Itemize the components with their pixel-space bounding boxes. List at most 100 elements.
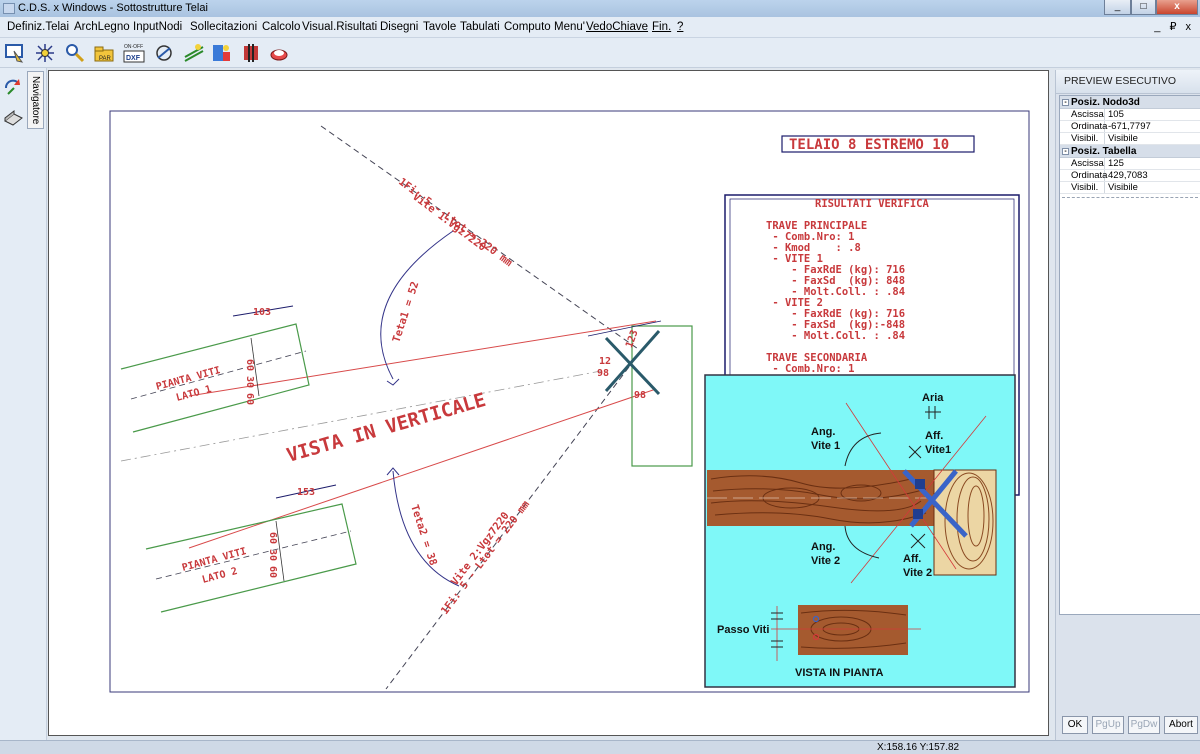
dim-12: 12 xyxy=(599,356,611,367)
vista-pianta-label: VISTA IN PIANTA xyxy=(795,667,883,679)
drawing-svg: TELAIO 8 ESTREMO 10 RISULTATI VERIFICA T… xyxy=(109,110,1030,693)
results-title: RISULTATI VERIFICA xyxy=(815,198,929,210)
mdi-controls[interactable]: _ ₽ x xyxy=(1154,20,1194,33)
plan1-label-b: LATO 1 xyxy=(175,384,213,404)
section-icon[interactable] xyxy=(153,42,175,64)
ang-vite2-label: Ang. xyxy=(811,541,835,553)
ang-vite1-label-b: Vite 1 xyxy=(811,440,840,452)
dim-30a: 30 xyxy=(244,376,255,388)
plan1-box xyxy=(120,323,310,433)
menu-fin[interactable]: Fin. xyxy=(652,21,671,33)
property-row[interactable]: Visibil. Visibile xyxy=(1060,133,1200,145)
pgup-button[interactable]: PgUp xyxy=(1092,716,1124,734)
dim-60c: 60 xyxy=(267,532,278,544)
menu-menu[interactable]: Menu' xyxy=(554,21,585,33)
menu-disegni[interactable]: Disegni xyxy=(380,21,418,33)
svg-text:ON·OFF: ON·OFF xyxy=(124,44,143,50)
property-row[interactable]: Visibil. Visibile xyxy=(1060,182,1200,194)
svg-text:PAR: PAR xyxy=(99,56,112,62)
preview-panel: Aria Ang. Vite 1 Aff. Vite1 Ang. Vite 2 … xyxy=(704,374,1016,688)
maximize-button[interactable]: □ xyxy=(1131,0,1156,15)
results-line: - Molt.Coll. : .84 xyxy=(766,330,905,342)
aff-vite2-label: Aff. xyxy=(903,553,921,565)
cursor-coordinates: X:158.16 Y:157.82 xyxy=(877,742,960,753)
plan2-label-b: LATO 2 xyxy=(201,566,239,586)
aria-label: Aria xyxy=(922,392,944,404)
dim-30b: 30 xyxy=(267,549,278,561)
property-row[interactable]: Ascissa 105 xyxy=(1060,109,1200,121)
beam-edge-top xyxy=(188,320,657,397)
preview-esecutivo-panel: PREVIEW ESECUTIVO - Posiz. Nodo3d Ascissa… xyxy=(1055,70,1200,740)
menu-visual-risultati[interactable]: Visual.Risultati xyxy=(302,21,377,33)
plan2-box xyxy=(145,503,357,613)
angle1-label: Teta1 = 52 xyxy=(390,280,421,344)
group-posiz-nodo3d[interactable]: - Posiz. Nodo3d xyxy=(1060,96,1200,109)
screw2-label-b: Vite 2:Vgz7220 xyxy=(449,510,512,588)
close-button[interactable]: x xyxy=(1156,0,1198,15)
results-icon[interactable] xyxy=(210,42,232,64)
dim-60a: 60 xyxy=(244,359,255,371)
menu-inputnodi[interactable]: InputNodi xyxy=(133,21,182,33)
svg-text:DXF: DXF xyxy=(126,55,141,62)
dim-60d: 60 xyxy=(267,566,278,578)
dim-123: 123 xyxy=(624,329,641,350)
menu-help[interactable]: ? xyxy=(677,21,683,33)
parallel-lines-icon[interactable] xyxy=(183,42,205,64)
passo-viti-label: Passo Viti xyxy=(717,624,769,636)
ang-vite1-label: Ang. xyxy=(811,426,835,438)
dim-98a: 98 xyxy=(597,368,609,379)
window-title: C.D.S. x Windows - Sottostrutture Telai xyxy=(18,2,208,14)
menu-definiz-telai[interactable]: Definiz.Telai xyxy=(7,21,69,33)
app-window: C.D.S. x Windows - Sottostrutture Telai … xyxy=(0,0,1200,754)
menu-tavole[interactable]: Tavole xyxy=(423,21,456,33)
collapse-icon[interactable]: - xyxy=(1062,148,1069,155)
refresh-icon[interactable] xyxy=(2,76,24,98)
drawing-title: TELAIO 8 ESTREMO 10 xyxy=(789,137,949,153)
drawing-canvas[interactable]: TELAIO 8 ESTREMO 10 RISULTATI VERIFICA T… xyxy=(48,70,1049,736)
divider xyxy=(1062,196,1198,198)
screw2-label-a: 1Fi: 5 - Ltot = 220 mm xyxy=(439,499,532,617)
property-row[interactable]: Ordinata -671,7797 xyxy=(1060,121,1200,133)
angle2-label: Teta2 = 38 xyxy=(408,503,439,567)
ang-vite2-label-b: Vite 2 xyxy=(811,555,840,567)
menu-bar: Definiz.Telai ArchLegno InputNodi Sollec… xyxy=(0,17,1200,38)
folder-open-icon[interactable]: PAR xyxy=(93,42,115,64)
node-star-icon[interactable] xyxy=(34,42,56,64)
abort-button[interactable]: Abort xyxy=(1164,716,1198,734)
results-lines: TRAVE PRINCIPALE - Comb.Nro: 1 - Kmod : … xyxy=(766,220,905,375)
results-line: - Comb.Nro: 1 xyxy=(766,363,855,375)
select-frame-icon[interactable] xyxy=(4,42,26,64)
view-3d-icon[interactable] xyxy=(2,106,24,128)
menu-sollecitazioni[interactable]: Sollecitazioni xyxy=(190,21,257,33)
navigator-tab-label: Navigatore xyxy=(30,76,41,125)
dim-153: 153 xyxy=(297,487,315,498)
status-bar: X:158.16 Y:157.82 xyxy=(0,740,1200,754)
eraser-icon[interactable] xyxy=(268,42,290,64)
navigator-tab[interactable]: Navigatore xyxy=(27,71,44,129)
menu-archlegno[interactable]: ArchLegno xyxy=(74,21,130,33)
property-row[interactable]: Ordinata 429,7083 xyxy=(1060,170,1200,182)
minimize-button[interactable]: _ xyxy=(1104,0,1131,15)
angle-arc-1 xyxy=(380,230,454,380)
screw1-label-b: Vite 1:Vgz7220 xyxy=(410,191,488,254)
group-posiz-tabella[interactable]: - Posiz. Tabella xyxy=(1060,145,1200,158)
zoom-pointer-icon[interactable] xyxy=(64,42,86,64)
property-grid[interactable]: - Posiz. Nodo3d Ascissa 105 Ordinata -671,7… xyxy=(1059,95,1200,615)
ok-button[interactable]: OK xyxy=(1062,716,1088,734)
property-row[interactable]: Ascissa 125 xyxy=(1060,158,1200,170)
paint-icon[interactable] xyxy=(240,42,262,64)
menu-computo[interactable]: Computo xyxy=(504,21,551,33)
menu-tabulati[interactable]: Tabulati xyxy=(460,21,500,33)
dim-103: 103 xyxy=(253,307,271,318)
toolbar: PAR ON·OFF DXF xyxy=(0,38,1200,68)
collapse-icon[interactable]: - xyxy=(1062,99,1069,106)
menu-vedochiave[interactable]: VedoChiave xyxy=(586,21,648,33)
dim-60b: 60 xyxy=(244,393,255,405)
menu-calcolo[interactable]: Calcolo xyxy=(262,21,300,33)
pgdw-button[interactable]: PgDw xyxy=(1128,716,1160,734)
app-icon xyxy=(3,3,15,14)
aff-vite1-label: Aff. xyxy=(925,430,943,442)
dim-98b: 98 xyxy=(634,390,646,401)
onoff-dxf-icon[interactable]: ON·OFF DXF xyxy=(123,42,145,64)
aff-vite2-label-b: Vite 2 xyxy=(903,567,932,579)
